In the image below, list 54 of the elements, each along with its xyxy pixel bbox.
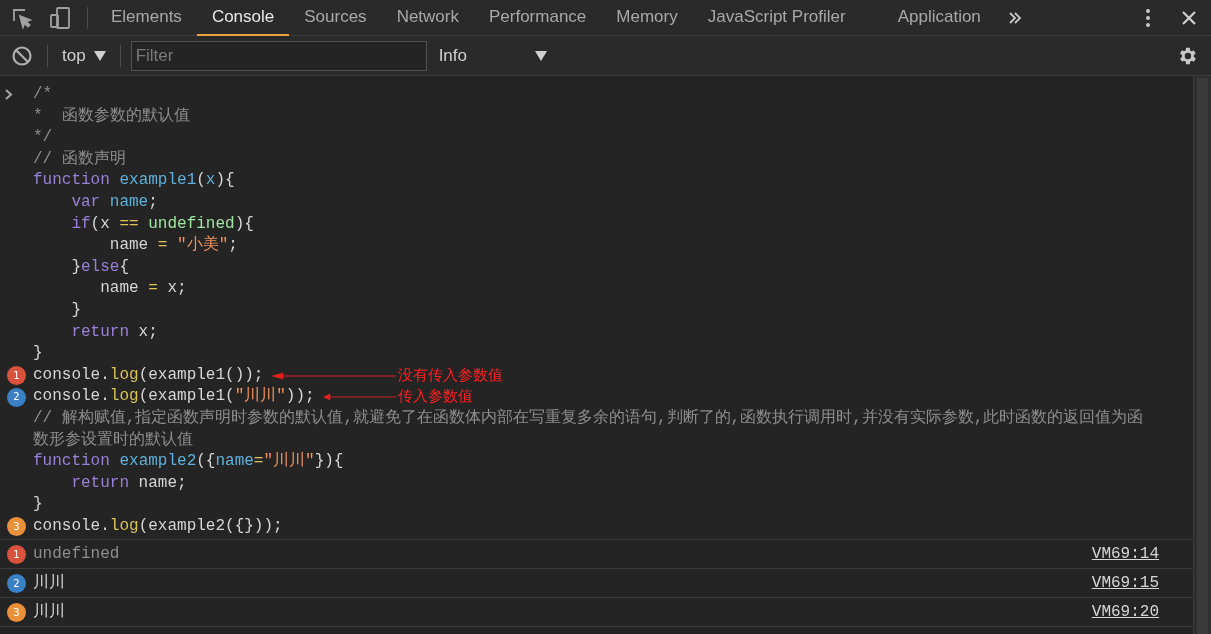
caret-icon xyxy=(93,50,106,61)
more-options-icon[interactable] xyxy=(1145,7,1151,28)
prompt-chevron-icon xyxy=(4,89,13,101)
caret-icon xyxy=(534,50,547,61)
code-line: } xyxy=(33,494,43,516)
code-line: return name; xyxy=(70,472,187,494)
code-line: */ xyxy=(33,127,53,149)
code-line: return x; xyxy=(70,321,158,343)
code-line: * 函数参数的默认值 xyxy=(33,105,190,127)
close-icon[interactable] xyxy=(1181,9,1197,26)
panel-tab[interactable]: Sources xyxy=(289,0,382,36)
panel-tab[interactable]: Memory xyxy=(601,0,693,36)
code-line: var name; xyxy=(70,191,158,213)
device-toolbar-icon[interactable] xyxy=(49,5,71,30)
code-line: if(x == undefined){ xyxy=(70,213,254,235)
panel-tab[interactable]: Network xyxy=(381,0,474,36)
code-line: function example1(x){ xyxy=(33,170,235,192)
more-tabs-icon[interactable] xyxy=(1007,10,1022,25)
panel-tab[interactable]: Application xyxy=(882,0,996,36)
code-line: } xyxy=(70,299,81,321)
output-value: undefined xyxy=(33,544,121,566)
code-line: console.log(example1("川川")); xyxy=(33,386,315,408)
code-line: name = "小美"; xyxy=(108,235,238,257)
filter-field[interactable]: Filter xyxy=(130,40,427,71)
code-line: /* xyxy=(33,84,53,105)
output-value: 川川 xyxy=(33,602,66,624)
count-badge: 2 xyxy=(7,573,26,593)
select-element-icon[interactable] xyxy=(11,6,33,29)
output-value: 川川 xyxy=(33,573,66,595)
count-badge: 3 xyxy=(7,517,26,537)
panel-tab[interactable]: Elements xyxy=(96,0,197,36)
panel-tab[interactable]: JavaScript Profiler xyxy=(692,0,861,36)
code-line: console.log(example1()); xyxy=(33,364,264,386)
source-link[interactable]: VM69:14 xyxy=(1091,542,1159,567)
code-line: function example2({name="川川"}){ xyxy=(33,451,344,473)
code-line: } xyxy=(33,343,43,365)
context-select[interactable]: top xyxy=(62,42,106,69)
panel-tab[interactable]: Performance xyxy=(474,0,602,36)
code-line: // 函数声明 xyxy=(33,148,126,170)
log-level-select[interactable]: Info xyxy=(438,42,547,69)
code-line: console.log(example2({})); xyxy=(33,515,283,537)
count-badge: 3 xyxy=(7,602,26,622)
count-badge: 2 xyxy=(7,387,26,407)
count-badge: 1 xyxy=(7,544,26,564)
annotation-text: 传入参数值 xyxy=(398,386,473,408)
count-badge: 1 xyxy=(7,366,26,385)
code-line: // 解构赋值,指定函数声明时参数的默认值,就避免了在函数体内部在写重复多余的语句,判断了的,函数执行调用时,并没有实际参数,此时函数的返回值为函数形参设置时的默认值 xyxy=(33,407,1145,451)
code-line: }else{ xyxy=(70,256,130,278)
scrollbar[interactable] xyxy=(1193,76,1211,634)
source-link[interactable]: VM69:15 xyxy=(1091,571,1159,596)
annotation-text: 没有传入参数值 xyxy=(398,364,503,386)
clear-console-icon[interactable] xyxy=(11,44,33,67)
code-line: name = x; xyxy=(99,278,187,300)
source-link[interactable]: VM69:20 xyxy=(1091,600,1159,625)
